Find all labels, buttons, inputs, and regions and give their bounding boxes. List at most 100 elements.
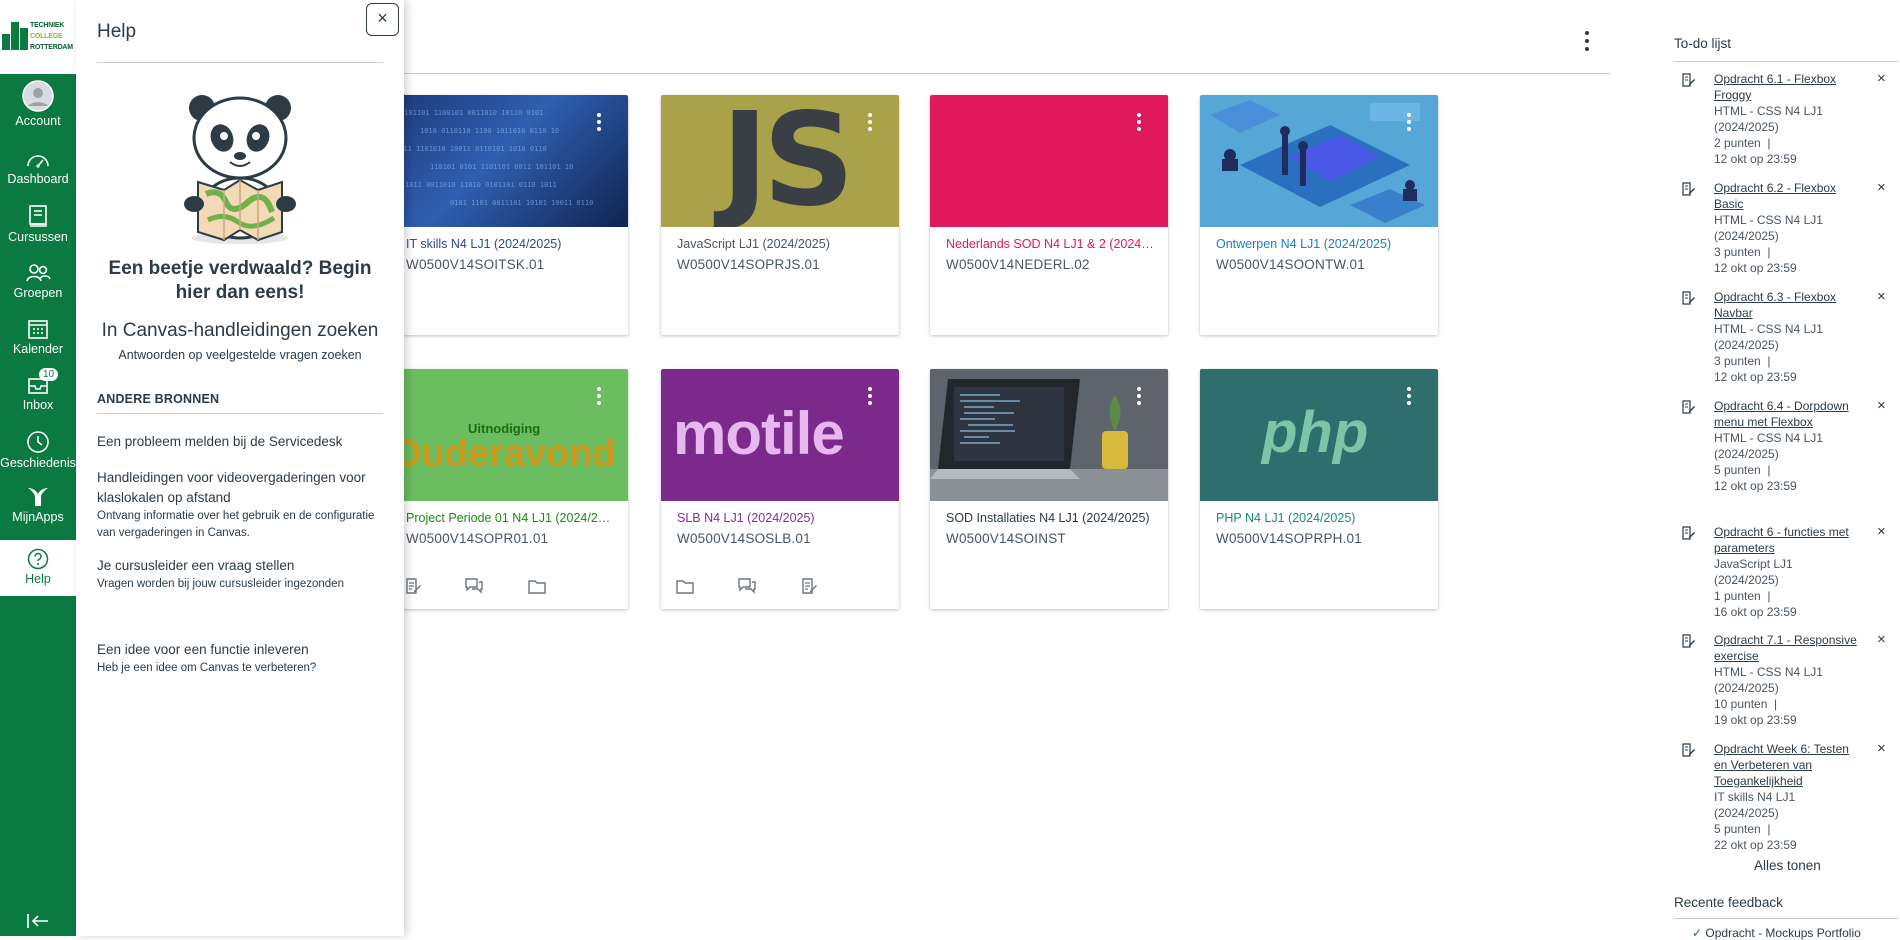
- todo-item-points: 1 punten |: [1714, 589, 1771, 603]
- dismiss-todo-button[interactable]: ×: [1877, 524, 1886, 540]
- dashboard-options-button[interactable]: [1583, 30, 1591, 57]
- nav-groups-label: Groepen: [13, 286, 63, 300]
- dismiss-todo-button[interactable]: ×: [1877, 180, 1886, 196]
- course-card[interactable]: motile SLB N4 LJ1 (2024/2025) W0500V14SO…: [661, 369, 899, 609]
- svg-text:110101 0101 1101101 0011 10110: 110101 0101 1101101 0011 101101 10: [430, 163, 573, 171]
- help-link-servicedesk[interactable]: Een probleem melden bij de Servicedesk: [97, 432, 387, 452]
- assignments-icon[interactable]: [800, 577, 818, 600]
- todo-item-link[interactable]: Opdracht 6.1 - Flexbox Froggy: [1714, 71, 1859, 103]
- hero-js-text: JS: [721, 95, 855, 227]
- todo-item-link[interactable]: Opdracht 6.4 - Dorpdown menu met Flexbox: [1714, 398, 1859, 430]
- nav-history[interactable]: Geschiedenis: [0, 430, 76, 470]
- todo-item-link[interactable]: Opdracht Week 6: Testen en Verbeteren va…: [1714, 741, 1859, 789]
- nav-courses[interactable]: Cursussen: [0, 204, 76, 244]
- course-title[interactable]: JavaScript LJ1 (2024/2025): [677, 237, 887, 251]
- card-options-button[interactable]: [1406, 387, 1412, 409]
- course-card-hero[interactable]: php: [1200, 369, 1438, 501]
- todo-item-course: HTML - CSS N4 LJ1 (2024/2025): [1714, 431, 1823, 461]
- discussions-icon[interactable]: [464, 577, 484, 600]
- course-card[interactable]: php PHP N4 LJ1 (2024/2025) W0500V14SOPRP…: [1200, 369, 1438, 609]
- todo-item-points: 3 punten |: [1714, 245, 1771, 259]
- course-card[interactable]: 0101101 1100101 0011010 10110 0101 1010 …: [390, 95, 628, 335]
- discussions-icon[interactable]: [737, 577, 757, 600]
- help-link-title: Handleidingen voor videovergaderingen vo…: [97, 470, 366, 505]
- help-close-button[interactable]: ×: [366, 3, 399, 36]
- nav-help[interactable]: Help: [0, 540, 76, 596]
- assignment-icon: [1681, 400, 1695, 418]
- files-icon[interactable]: [675, 579, 695, 600]
- search-guides-link[interactable]: In Canvas-handleidingen zoeken: [97, 320, 383, 342]
- nav-dashboard[interactable]: Dashboard: [0, 150, 76, 186]
- show-all-todos-link[interactable]: Alles tonen: [1754, 858, 1821, 873]
- dismiss-todo-button[interactable]: ×: [1877, 741, 1886, 757]
- course-card[interactable]: JS JavaScript LJ1 (2024/2025) W0500V14SO…: [661, 95, 899, 335]
- dismiss-todo-button[interactable]: ×: [1877, 632, 1886, 648]
- todo-item: Opdracht 6.4 - Dorpdown menu met Flexbox…: [1682, 398, 1894, 494]
- dismiss-todo-button[interactable]: ×: [1877, 289, 1886, 305]
- course-card-hero[interactable]: motile: [661, 369, 899, 501]
- todo-item-due: 16 okt op 23:59: [1714, 605, 1797, 619]
- todo-item-points: 10 punten |: [1714, 697, 1778, 711]
- dismiss-todo-button[interactable]: ×: [1877, 71, 1886, 87]
- course-title[interactable]: Nederlands SOD N4 LJ1 & 2 (2024/2025): [946, 237, 1156, 251]
- todo-item-link[interactable]: Opdracht 6.2 - Flexbox Basic: [1714, 180, 1859, 212]
- todo-item: Opdracht 6.1 - Flexbox Froggy HTML - CSS…: [1682, 71, 1894, 167]
- todo-item-course: JavaScript LJ1 (2024/2025): [1714, 557, 1793, 587]
- svg-text:0101101 1100101 0011010 10110: 0101101 1100101 0011010 10110 0101: [400, 109, 543, 117]
- card-options-button[interactable]: [596, 113, 602, 135]
- todo-item-link[interactable]: Opdracht 6.3 - Flexbox Navbar: [1714, 289, 1859, 321]
- nav-calendar[interactable]: Kalender: [0, 318, 76, 356]
- card-options-button[interactable]: [596, 387, 602, 409]
- dismiss-todo-button[interactable]: ×: [1877, 398, 1886, 414]
- todo-item-link[interactable]: Opdracht 6 - functies met parameters: [1714, 524, 1859, 556]
- course-title[interactable]: SLB N4 LJ1 (2024/2025): [677, 511, 887, 525]
- assignment-icon: [1681, 743, 1695, 761]
- course-card-hero[interactable]: JS: [661, 95, 899, 227]
- course-code: W0500V14SOPR01.01: [406, 531, 549, 546]
- card-options-button[interactable]: [1136, 113, 1142, 135]
- inbox-unread-badge: 10: [39, 368, 59, 381]
- course-title[interactable]: Ontwerpen N4 LJ1 (2024/2025): [1216, 237, 1426, 251]
- todo-item-points: 2 punten |: [1714, 136, 1771, 150]
- course-card-hero[interactable]: [930, 95, 1168, 227]
- school-logo[interactable]: TECHNIEK COLLEGE ROTTERDAM: [0, 0, 76, 74]
- course-card[interactable]: Uitnodiging Ouderavond Project Periode 0…: [390, 369, 628, 609]
- nav-groups[interactable]: Groepen: [0, 262, 76, 300]
- todo-item: Opdracht 6.3 - Flexbox Navbar HTML - CSS…: [1682, 289, 1894, 385]
- course-title[interactable]: SOD Installaties N4 LJ1 (2024/2025): [946, 511, 1156, 525]
- todo-item-points: 5 punten |: [1714, 822, 1771, 836]
- nav-inbox[interactable]: 10 Inbox: [0, 368, 76, 412]
- help-link-ask-instructor[interactable]: Je cursusleider een vraag stellen Vragen…: [97, 556, 387, 593]
- help-link-description: Heb je een idee om Canvas te verbeteren?: [97, 662, 317, 674]
- card-options-button[interactable]: [1136, 387, 1142, 409]
- course-card[interactable]: SOD Installaties N4 LJ1 (2024/2025) W050…: [930, 369, 1168, 609]
- nav-account[interactable]: Account: [0, 80, 76, 128]
- nav-apps[interactable]: MijnApps: [0, 486, 76, 524]
- course-card-hero[interactable]: Uitnodiging Ouderavond: [390, 369, 628, 501]
- files-icon[interactable]: [527, 579, 547, 600]
- todo-item-points: 3 punten |: [1714, 354, 1771, 368]
- card-options-button[interactable]: [867, 387, 873, 409]
- assignments-icon[interactable]: [404, 577, 422, 600]
- course-card-hero[interactable]: [1200, 95, 1438, 227]
- help-link-video-meetings[interactable]: Handleidingen voor videovergaderingen vo…: [97, 468, 387, 542]
- collapse-nav-button[interactable]: [26, 913, 50, 934]
- todo-item-link[interactable]: Opdracht 7.1 - Responsive exercise: [1714, 632, 1859, 664]
- course-card-hero[interactable]: [930, 369, 1168, 501]
- account-icon: [22, 80, 54, 112]
- course-title[interactable]: PHP N4 LJ1 (2024/2025): [1216, 511, 1426, 525]
- course-code: W0500V14SOITSK.01: [406, 257, 545, 272]
- calendar-icon: [28, 320, 48, 339]
- nav-courses-label: Cursussen: [8, 230, 68, 244]
- nav-apps-label: MijnApps: [12, 510, 64, 524]
- course-card[interactable]: Nederlands SOD N4 LJ1 & 2 (2024/2025) W0…: [930, 95, 1168, 335]
- course-title[interactable]: Project Periode 01 N4 LJ1 (2024/2025): [406, 511, 616, 525]
- card-options-button[interactable]: [1406, 113, 1412, 135]
- card-options-button[interactable]: [867, 113, 873, 135]
- course-title[interactable]: IT skills N4 LJ1 (2024/2025): [406, 237, 616, 251]
- right-sidebar: To-do lijst Opdracht 6.1 - Flexbox Frogg…: [1660, 0, 1900, 940]
- course-card-hero[interactable]: 0101101 1100101 0011010 10110 0101 1010 …: [390, 95, 628, 227]
- help-link-feature-idea[interactable]: Een idee voor een functie inleveren Heb …: [97, 640, 387, 677]
- course-card[interactable]: Ontwerpen N4 LJ1 (2024/2025) W0500V14SOO…: [1200, 95, 1438, 335]
- feedback-item-link[interactable]: ✓ Opdracht - Mockups Portfolio: [1692, 926, 1867, 940]
